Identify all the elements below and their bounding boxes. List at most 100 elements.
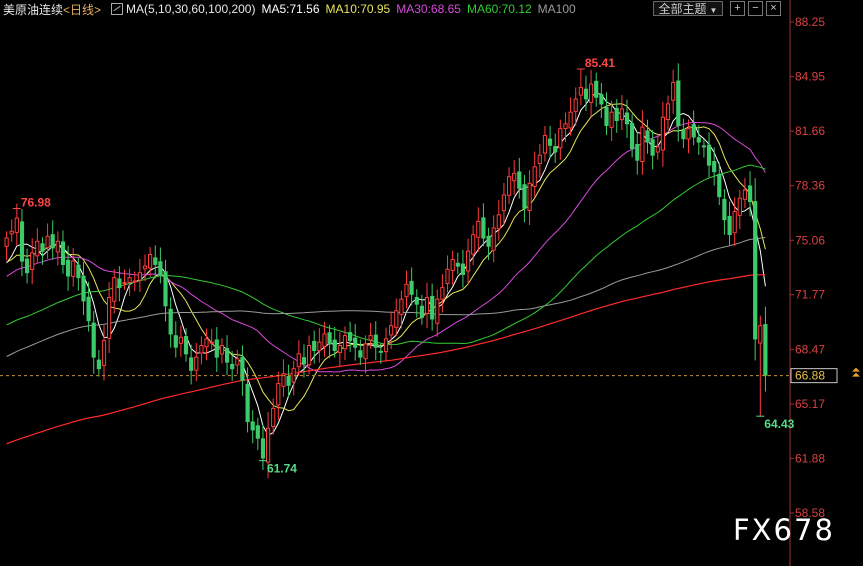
candle	[604, 92, 609, 135]
scroll-up-icon	[852, 367, 860, 377]
candle-body	[589, 83, 594, 103]
candle-body	[512, 172, 517, 182]
candle-body	[225, 348, 230, 363]
candle	[245, 367, 250, 433]
candle-body	[55, 240, 60, 253]
candle-body	[107, 297, 112, 339]
candle	[163, 259, 168, 322]
candle-body	[399, 298, 404, 315]
candle-body	[455, 262, 460, 267]
candle	[383, 327, 389, 362]
candle	[409, 267, 414, 306]
candle-body	[240, 356, 245, 381]
ma-line-ma60	[6, 164, 766, 346]
y-tick-label: 84.95	[795, 70, 825, 84]
candle-body	[624, 112, 630, 125]
candle-body	[491, 227, 496, 251]
candle-body	[404, 283, 409, 298]
candle-body	[748, 185, 753, 203]
candle-body	[214, 339, 219, 358]
candle-body	[568, 111, 573, 129]
candle	[466, 238, 471, 285]
candle-body	[301, 357, 307, 365]
candle-body	[635, 144, 640, 161]
candle	[107, 282, 112, 354]
candle	[686, 119, 691, 154]
candle-body	[507, 176, 512, 196]
candle	[522, 174, 527, 223]
candle-body	[363, 343, 368, 360]
candle	[148, 246, 153, 278]
candle-body	[594, 80, 599, 98]
candle	[194, 342, 199, 382]
candle-body	[373, 334, 378, 348]
candle	[758, 315, 763, 417]
candle-body	[122, 282, 127, 285]
candle-body	[358, 350, 363, 358]
candle-body	[686, 128, 691, 140]
candle	[553, 133, 558, 164]
candle-body	[517, 171, 522, 189]
candle-body	[255, 425, 260, 439]
candle-body	[35, 240, 40, 257]
candle	[424, 282, 430, 329]
y-tick-label: 75.06	[795, 233, 825, 247]
candle-body	[266, 427, 271, 463]
candle	[450, 250, 455, 285]
candle	[137, 258, 143, 293]
candle	[763, 306, 768, 392]
candle	[81, 261, 86, 316]
candle	[96, 349, 102, 377]
candle	[30, 238, 35, 285]
candle-body	[445, 268, 450, 284]
candle	[748, 171, 753, 217]
candle	[291, 360, 296, 396]
candle-body	[204, 338, 209, 348]
candle-body	[640, 126, 645, 162]
candle-body	[81, 275, 86, 302]
candle	[619, 95, 624, 131]
candle-body	[168, 308, 173, 335]
candle	[240, 345, 245, 396]
candle-body	[389, 325, 394, 336]
candle	[353, 323, 358, 361]
candle-body	[312, 340, 317, 351]
candle-body	[558, 128, 563, 149]
candle	[301, 344, 307, 378]
candle-body	[476, 220, 481, 238]
candle-body	[378, 350, 383, 353]
candle-body	[660, 116, 665, 151]
candle	[342, 326, 348, 361]
candle	[214, 327, 219, 373]
candle	[440, 274, 445, 313]
candle	[491, 215, 496, 263]
candle-body	[435, 298, 440, 324]
candle-body	[230, 363, 235, 370]
candle-body	[40, 243, 45, 252]
candle	[512, 160, 517, 195]
candle	[199, 336, 204, 365]
candle	[50, 220, 55, 260]
candle-body	[101, 340, 107, 367]
candle-body	[481, 217, 486, 239]
candle	[435, 289, 440, 337]
candle-body	[630, 123, 635, 150]
candle-body	[573, 98, 578, 112]
candle-body	[394, 310, 399, 328]
candlestick-chart: 88.25 84.95 81.66 78.36 75.06 71.77 68.47 65.17…	[0, 0, 860, 566]
candle	[4, 231, 9, 261]
candle	[527, 170, 532, 225]
candle-body	[532, 166, 537, 187]
candle	[209, 328, 214, 350]
candle-body	[671, 81, 676, 101]
y-tick-label: 81.66	[795, 124, 825, 138]
candle	[225, 335, 230, 376]
candle-body	[245, 383, 250, 423]
candle-body	[194, 356, 199, 371]
candle	[250, 410, 255, 444]
candle-body	[163, 271, 168, 307]
candle	[671, 69, 676, 114]
candle	[501, 182, 506, 225]
candle-body	[501, 194, 506, 212]
candle-body	[296, 353, 301, 368]
